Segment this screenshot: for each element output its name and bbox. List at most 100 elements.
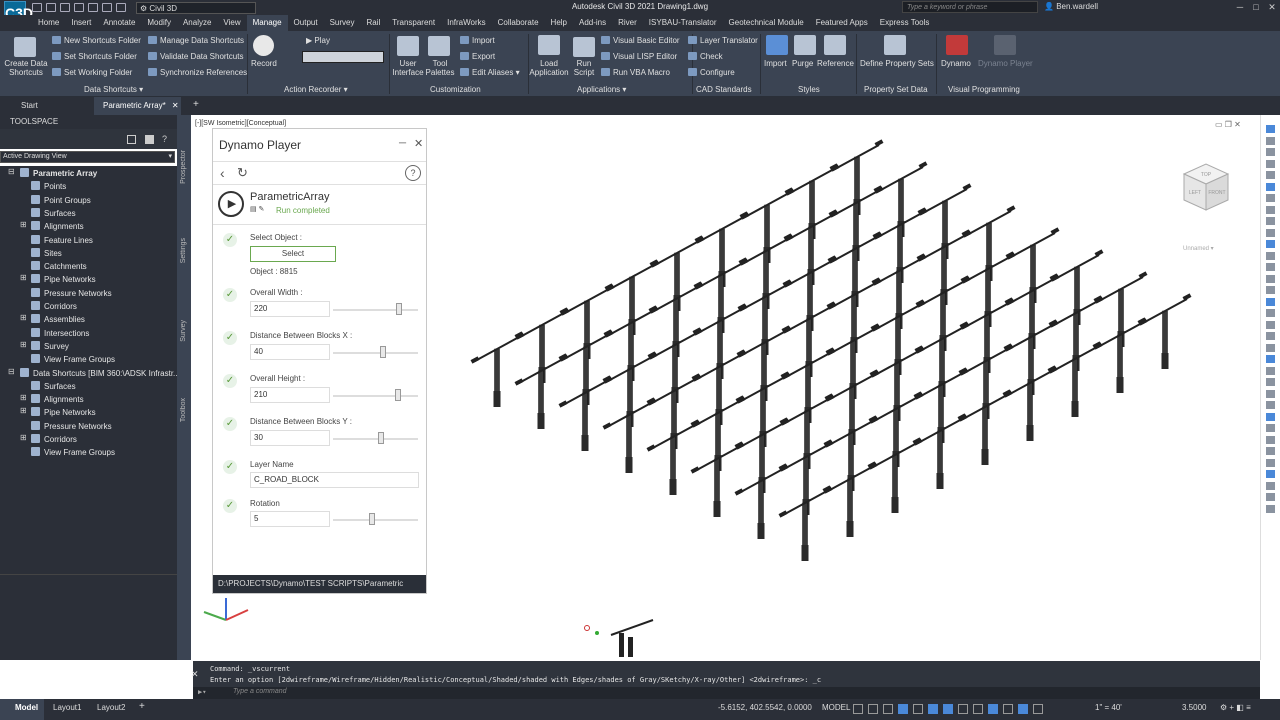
layer-translator-button[interactable]: Layer Translator [688,36,758,45]
nav-tool-icon[interactable] [1266,136,1275,145]
run-graph-button[interactable]: ▶ [218,191,244,217]
tab-isybau-translator[interactable]: ISYBAU-Translator [643,15,723,31]
nav-tool-icon[interactable] [1266,355,1275,363]
tab-infraworks[interactable]: InfraWorks [441,15,492,31]
start-tab[interactable]: Start [21,101,38,110]
import-styles-button[interactable]: Import [764,59,787,68]
nav-tool-icon[interactable] [1266,320,1275,329]
status-value[interactable]: 3.5000 [1182,703,1206,712]
manage-data-shortcuts-button[interactable]: Manage Data Shortcuts [148,36,244,45]
new-shortcuts-folder-button[interactable]: New Shortcuts Folder [52,36,141,45]
tab-settings[interactable]: Settings [180,238,187,263]
overall-width-input[interactable]: 220 [250,301,330,317]
tree-expand-icon[interactable]: ⊞ [20,433,28,442]
tree-item[interactable]: Points [31,180,66,193]
dynamo-button[interactable]: Dynamo [941,59,971,68]
tab-featured-apps[interactable]: Featured Apps [810,15,874,31]
load-application-button[interactable]: Load Application [526,59,572,77]
overall-height-input[interactable]: 210 [250,387,330,403]
tree-item[interactable]: Survey [31,340,69,353]
tree-expand-icon[interactable]: ⊞ [20,340,28,349]
viewcube-front-label[interactable]: FRONT [1208,190,1225,196]
define-property-sets-button[interactable]: Define Property Sets [860,59,934,68]
tab-rail[interactable]: Rail [360,15,386,31]
configure-standards-button[interactable]: Configure [688,68,735,77]
close-tab-icon[interactable]: ✕ [172,101,179,110]
tab-layout2[interactable]: Layout2 [97,703,125,712]
rotation-slider[interactable] [333,519,418,521]
tree-item[interactable]: Corridors [31,300,77,313]
minimize-icon[interactable]: ─ [1234,1,1246,13]
reference-styles-button[interactable]: Reference [817,59,854,68]
tab-collaborate[interactable]: Collaborate [492,15,545,31]
validate-data-shortcuts-button[interactable]: Validate Data Shortcuts [148,52,243,61]
back-icon[interactable]: ‹ [220,165,225,181]
tree-expand-icon[interactable]: ⊞ [20,273,28,282]
run-vba-macro-button[interactable]: Run VBA Macro [601,68,670,77]
add-layout-icon[interactable]: + [139,701,145,712]
nav-tool-icon[interactable] [1266,194,1275,202]
rotation-slider-thumb[interactable] [368,513,375,525]
tree-item[interactable]: Pipe Networks [31,273,96,286]
select-object-button[interactable]: Select [250,246,336,262]
tree-item[interactable]: Data Shortcuts [BIM 360:\ADSK Infrastr..… [20,367,180,380]
nav-tool-icon[interactable] [1266,297,1275,306]
snap-icon[interactable] [868,704,878,714]
tab-view[interactable]: View [217,15,246,31]
nav-tool-icon[interactable] [1266,263,1275,271]
tab-model[interactable]: Model [15,703,38,712]
tree-item[interactable]: Surfaces [31,380,76,393]
help-icon[interactable]: ? [405,165,421,181]
annotation-visibility-icon[interactable] [1018,704,1028,714]
create-data-shortcuts-button[interactable]: Create Data Shortcuts [4,59,48,77]
nav-tool-icon[interactable] [1266,286,1275,294]
new-tab-icon[interactable]: + [193,99,199,110]
drawing-tab[interactable]: Parametric Array* ✕ [94,97,181,115]
tree-item[interactable]: Catchments [31,260,87,273]
annotation-scale[interactable]: 1" = 40' [1095,703,1122,712]
edit-aliases-button[interactable]: Edit Aliases ▾ [460,68,520,77]
close-command-icon[interactable]: ✕ [191,669,199,680]
tab-geotechnical-module[interactable]: Geotechnical Module [723,15,810,31]
tab-modify[interactable]: Modify [141,15,177,31]
help-icon[interactable]: ? [162,134,167,144]
nav-tool-icon[interactable] [1266,240,1275,248]
space-toggle[interactable]: MODEL [822,703,850,712]
tab-toolbox[interactable]: Toolbox [180,398,187,422]
osnap-tracking-icon[interactable] [928,704,938,714]
nav-tool-icon[interactable] [1266,470,1275,478]
user-interface-button[interactable]: User Interface [391,59,425,77]
tab-home[interactable]: Home [32,15,65,31]
maximize-icon[interactable]: □ [1250,1,1262,13]
group-label-data-shortcuts[interactable]: Data Shortcuts ▾ [84,85,143,94]
tree-item[interactable]: Sites [31,247,62,260]
autoscale-icon[interactable] [1033,704,1043,714]
play-button[interactable]: ▶ Play [306,36,330,45]
tab-annotate[interactable]: Annotate [97,15,141,31]
viewcube[interactable]: TOP LEFT FRONT [1176,160,1236,220]
tree-item[interactable]: Alignments [31,393,84,406]
nav-tool-icon[interactable] [1266,412,1275,421]
cui-import-button[interactable]: Import [460,36,495,45]
toolspace-view-select[interactable]: Active Drawing View ▾ [0,151,175,163]
grid-icon[interactable] [853,704,863,714]
ucs-name[interactable]: Unnamed ▾ [1183,245,1214,252]
tab-transparent[interactable]: Transparent [386,15,441,31]
distance-x-input[interactable]: 40 [250,344,330,360]
tree-expand-icon[interactable]: ⊟ [8,367,16,376]
tab-help[interactable]: Help [545,15,573,31]
tab-add-ins[interactable]: Add-ins [573,15,612,31]
tab-manage[interactable]: Manage [246,15,288,31]
tree-expand-icon[interactable]: ⊞ [20,393,28,402]
tree-expand-icon[interactable]: ⊞ [20,220,28,229]
tab-express-tools[interactable]: Express Tools [874,15,936,31]
tree-expand-icon[interactable]: ⊞ [20,313,28,322]
viewport-controls[interactable]: [-][SW Isometric][Conceptual] [195,120,286,127]
overall-height-slider[interactable] [333,395,418,397]
tree-item[interactable]: View Frame Groups [31,353,115,366]
lineweight-icon[interactable] [958,704,968,714]
nav-tool-icon[interactable] [1266,309,1275,317]
cursor-coordinates[interactable]: -5.6152, 402.5542, 0.0000 [718,703,812,712]
nav-tool-icon[interactable] [1266,435,1275,444]
group-label-applications[interactable]: Applications ▾ [577,85,626,94]
